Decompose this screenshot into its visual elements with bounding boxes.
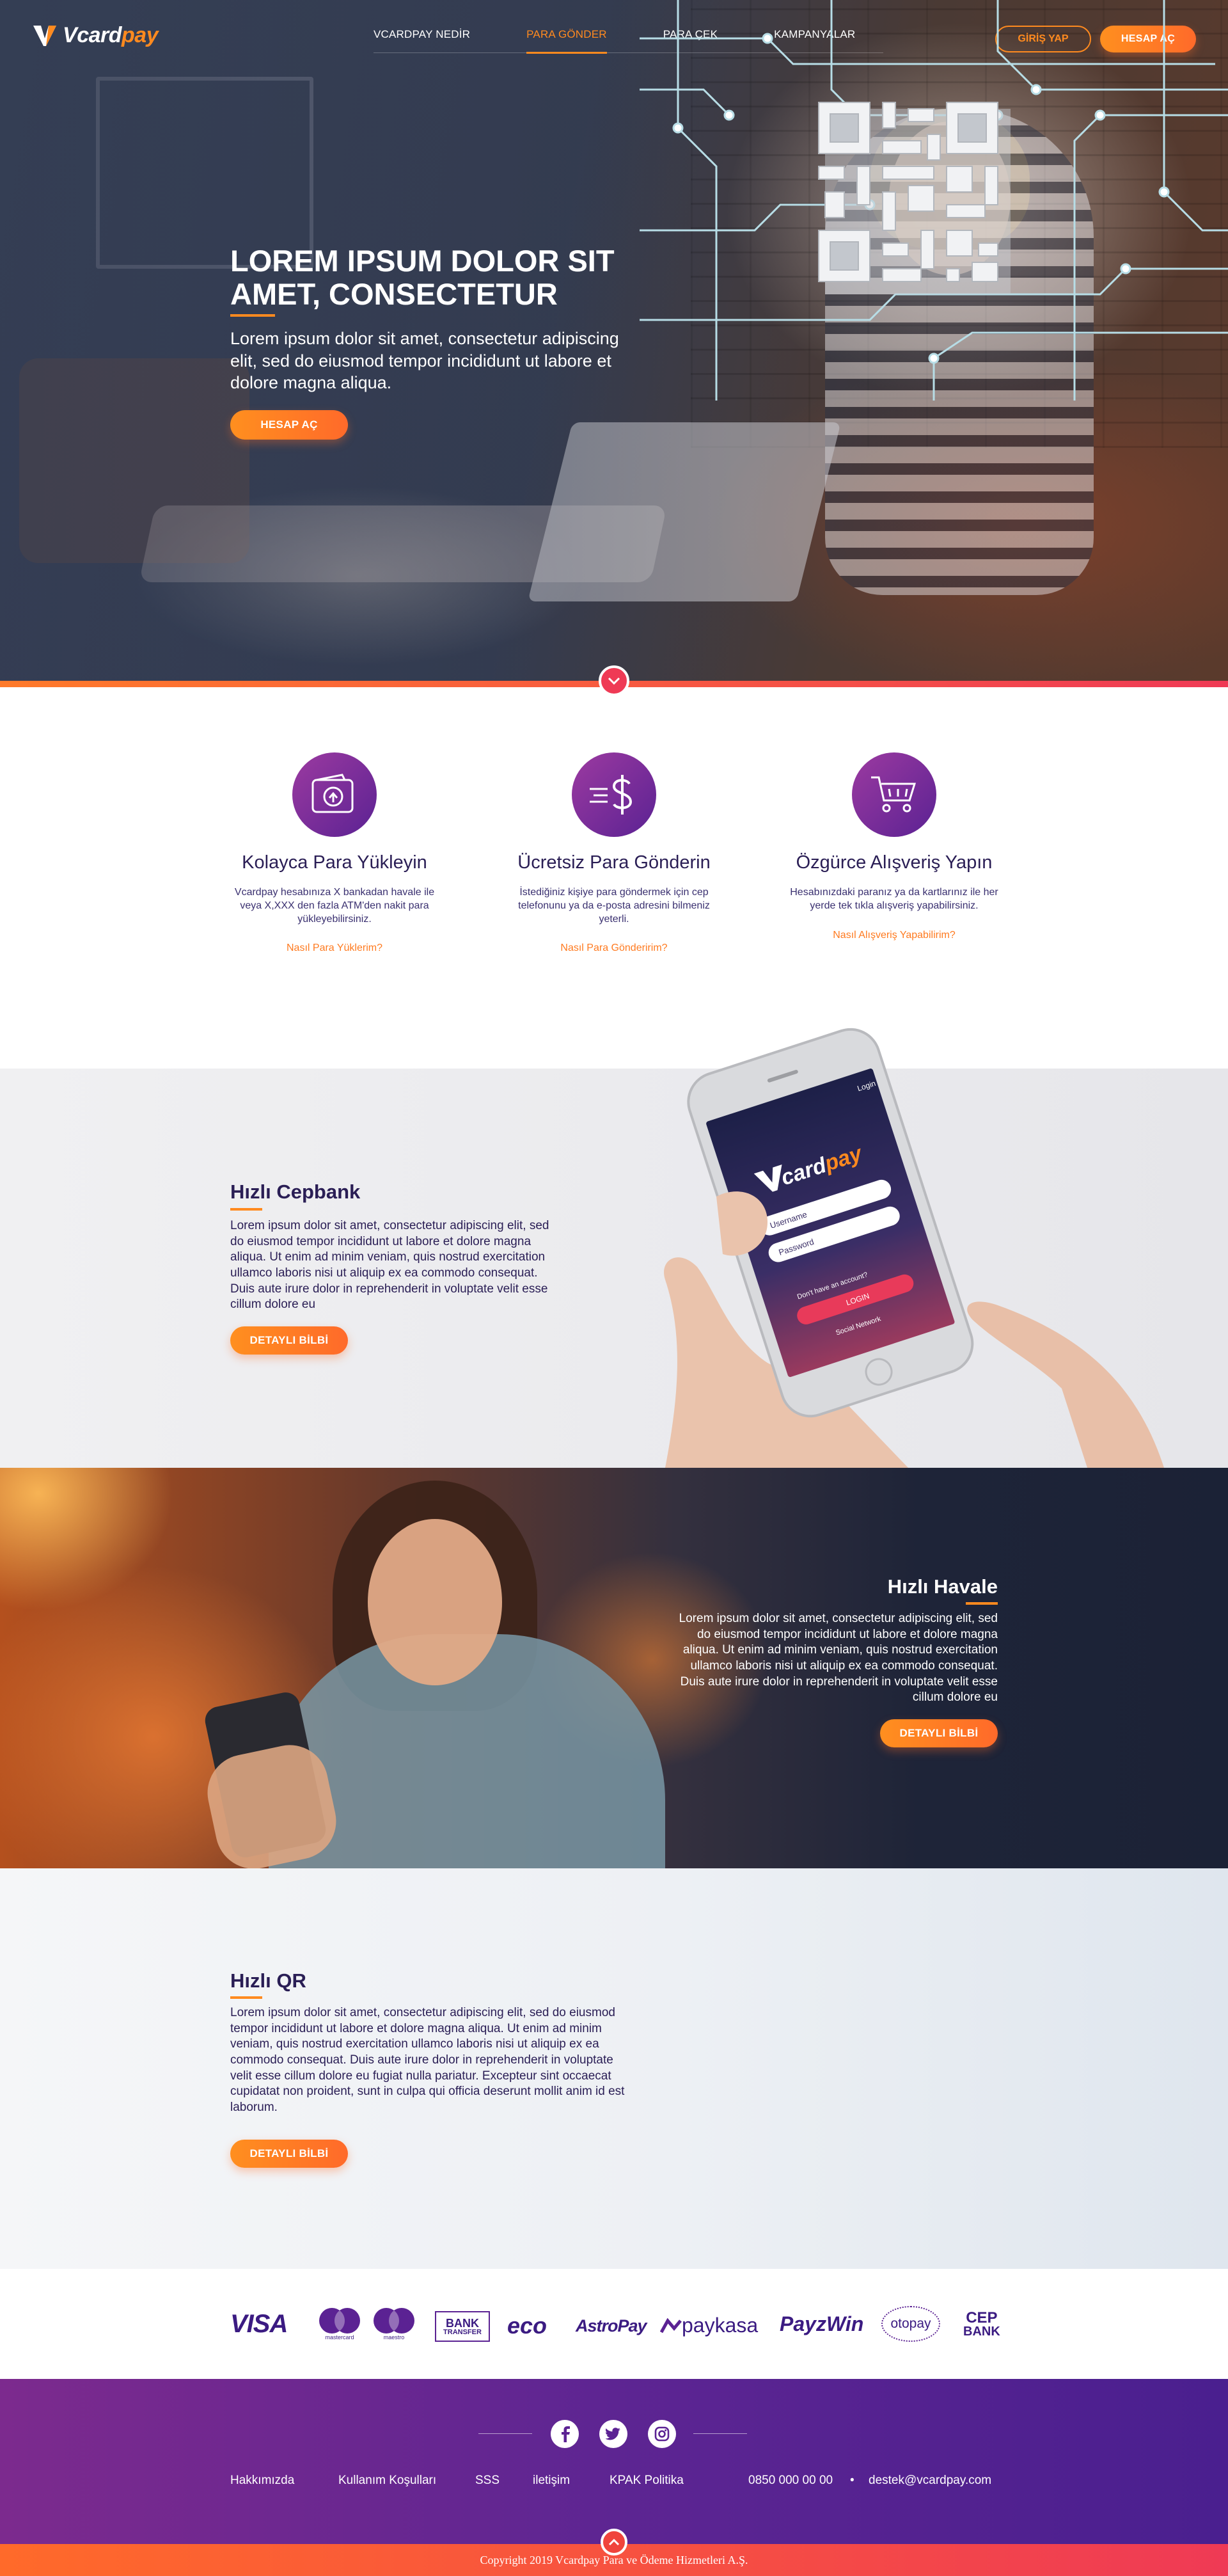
pointing-hand: [967, 1301, 1164, 1468]
cepbank-details-button[interactable]: DETAYLI BİLBİ: [230, 1326, 348, 1355]
havale-section: [0, 1468, 1228, 1868]
cepbank-title-underline: [230, 1208, 262, 1211]
qr-code-graphic: [818, 102, 1011, 294]
nav-para-gonder[interactable]: PARA GÖNDER: [498, 28, 635, 54]
hero-title: LOREM IPSUM DOLOR SIT AMET, CONSECTETUR: [230, 244, 615, 311]
hero-subtitle: Lorem ipsum dolor sit amet, consectetur …: [230, 329, 619, 393]
cepbank-logo-line2: BANK: [963, 2324, 1000, 2339]
qr-details-button[interactable]: DETAYLI BİLBİ: [230, 2140, 348, 2168]
feature-icon-circle: [572, 752, 656, 837]
phone-in-hand-illustration: Login cardpay Username Password Don't ha…: [664, 1028, 1164, 1468]
qr-text: Lorem ipsum dolor sit amet, consectetur …: [230, 2006, 625, 2115]
scroll-down-button[interactable]: [599, 665, 629, 696]
feature-title: Kolayca Para Yükleyin: [242, 852, 427, 873]
wallet-upload-icon: [311, 774, 354, 813]
social-divider-left: [478, 2433, 532, 2434]
feature-link[interactable]: Nasıl Para Gönderirim?: [560, 942, 667, 953]
mastercard-icon: [319, 2308, 360, 2334]
mastercard-label: mastercard: [325, 2334, 354, 2341]
logo-v-icon: [33, 25, 56, 46]
shopping-cart-icon: [871, 776, 917, 813]
feature-icon-circle: [852, 752, 936, 837]
mastercard-logo: mastercard: [318, 2307, 361, 2341]
havale-text: Lorem ipsum dolor sit amet, consectetur …: [679, 1612, 998, 1705]
circuit-background: [640, 0, 1228, 401]
bank-transfer-logo: BANK TRANSFER: [435, 2311, 490, 2342]
feature-load-money: Kolayca Para Yükleyin Vcardpay hesabınız…: [207, 752, 462, 954]
astropay-logo: AstroPay: [576, 2316, 647, 2335]
paykasa-icon: [660, 2318, 682, 2333]
woman-face: [368, 1519, 502, 1685]
facebook-button[interactable]: [551, 2420, 579, 2448]
instagram-icon: [654, 2426, 670, 2442]
social-divider-right: [693, 2433, 747, 2434]
logo-wordmark: Vcardpay: [63, 23, 159, 47]
footer-email[interactable]: destek@vcardpay.com: [869, 2474, 991, 2488]
footer-link-contact[interactable]: iletişim: [533, 2474, 570, 2488]
footer-link-terms[interactable]: Kullanım Koşulları: [338, 2474, 436, 2488]
hero-title-underline: [230, 314, 275, 317]
qr-title-underline: [230, 1996, 262, 1999]
facebook-icon: [562, 2426, 570, 2442]
scroll-to-top-button[interactable]: [601, 2529, 627, 2556]
otopay-logo: otopay: [881, 2306, 940, 2342]
cepbank-logo: CEP BANK: [963, 2309, 1000, 2339]
havale-details-button[interactable]: DETAYLI BİLBİ: [880, 1719, 998, 1747]
chevron-down-icon: [608, 677, 620, 685]
logo[interactable]: Vcardpay: [32, 23, 159, 48]
feature-icon-circle: [292, 752, 377, 837]
hero-register-button[interactable]: HESAP AÇ: [230, 410, 348, 440]
footer-link-kpak[interactable]: KPAK Politika: [610, 2474, 684, 2488]
paykasa-logo: paykasa: [660, 2314, 758, 2337]
nav-vcardpay-nedir[interactable]: VCARDPAY NEDİR: [374, 28, 498, 52]
maestro-icon: [374, 2308, 414, 2334]
footer: [0, 2379, 1228, 2544]
footer-separator: •: [850, 2474, 854, 2487]
maestro-logo: maestro: [372, 2307, 416, 2341]
feature-title: Ücretsiz Para Gönderin: [517, 852, 711, 873]
cepbank-text: Lorem ipsum dolor sit amet, consectetur …: [230, 1219, 549, 1312]
feature-link[interactable]: Nasıl Alışveriş Yapabilirim?: [833, 930, 955, 941]
feature-send-money: Ücretsiz Para Gönderin İstediğiniz kişiy…: [486, 752, 742, 954]
payzwin-logo: PayzWin: [780, 2312, 864, 2335]
bank-transfer-line1: BANK: [446, 2316, 479, 2330]
feature-text: İstediğiniz kişiye para göndermek için c…: [518, 887, 710, 925]
havale-title-underline: [966, 1602, 998, 1605]
feature-shopping: Özgürce Alışveriş Yapın Hesabınızdaki pa…: [766, 752, 1022, 941]
twitter-button[interactable]: [599, 2420, 627, 2448]
fast-money-icon: [590, 775, 633, 815]
bank-transfer-line2: TRANSFER: [443, 2328, 482, 2336]
qr-title: Hızlı QR: [230, 1969, 306, 1992]
eco-logo: eco: [507, 2312, 547, 2339]
instagram-button[interactable]: [648, 2420, 676, 2448]
visa-logo: VISA: [230, 2310, 288, 2338]
twitter-icon: [606, 2428, 620, 2440]
feature-title: Özgürce Alışveriş Yapın: [796, 852, 993, 873]
footer-phone[interactable]: 0850 000 00 00: [748, 2474, 833, 2488]
footer-link-about[interactable]: Hakkımızda: [230, 2474, 294, 2488]
feature-text: Vcardpay hesabınıza X bankadan havale il…: [234, 887, 435, 925]
maestro-label: maestro: [383, 2334, 405, 2341]
feature-link[interactable]: Nasıl Para Yüklerim?: [287, 942, 382, 953]
havale-title: Hızlı Havale: [887, 1575, 998, 1598]
footer-link-faq[interactable]: SSS: [475, 2474, 500, 2488]
cepbank-logo-line1: CEP: [966, 2309, 998, 2326]
feature-text: Hesabınızdaki paranız ya da kartlarınız …: [790, 887, 998, 911]
paykasa-label: paykasa: [682, 2314, 759, 2337]
chevron-up-icon: [608, 2538, 620, 2545]
cepbank-title: Hızlı Cepbank: [230, 1181, 361, 1203]
